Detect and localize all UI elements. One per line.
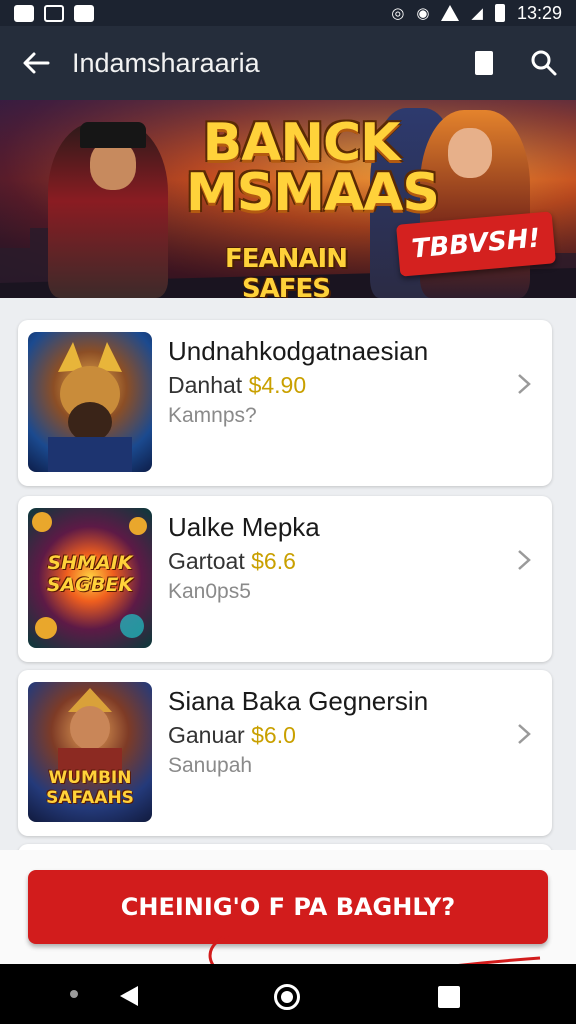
alarm-icon: ◎ (391, 4, 405, 22)
item-price-row: Danhat $4.90 (168, 372, 307, 398)
game-thumbnail (28, 332, 152, 472)
item-price-row: Ganuar $6.0 (168, 722, 296, 748)
app-icon (74, 4, 94, 22)
item-title: Siana Baka Gegnersin (168, 686, 429, 716)
chevron-right-icon (514, 370, 534, 398)
chevron-right-icon (514, 720, 534, 748)
status-bar: ◎ ◉ ◢ 13:29 (0, 0, 576, 26)
item-price-row: Gartoat $6.6 (168, 548, 296, 574)
battery-icon (494, 4, 505, 22)
item-price: $6.6 (251, 548, 296, 574)
alarm-clock-icon: ◉ (416, 4, 430, 22)
game-list: Undnahkodgatnaesian Danhat $4.90 Kamnps?… (0, 298, 576, 850)
search-icon (531, 50, 557, 76)
chevron-right-icon (514, 546, 534, 574)
arrow-left-icon (23, 52, 50, 74)
app-bar: Indamsharaaria (0, 26, 576, 100)
page-title: Indamsharaaria (72, 47, 260, 78)
banner-subtitle: FEANAIN SAFES (225, 244, 348, 298)
item-title: Undnahkodgatnaesian (168, 336, 429, 366)
cta-button[interactable]: CHEINIG'O F PA BAGHLY? (28, 870, 548, 944)
back-triangle-icon[interactable] (118, 984, 140, 1008)
system-nav-bar (0, 964, 576, 1024)
item-title: Ualke Mepka (168, 512, 320, 542)
list-item[interactable]: Undnahkodgatnaesian Danhat $4.90 Kamnps? (18, 320, 552, 486)
search-button[interactable] (512, 26, 576, 100)
game-thumbnail: SHMAIK SAGBEK (28, 508, 152, 648)
item-subtitle: Kamnps? (168, 404, 257, 427)
promo-banner[interactable]: BANCK MSMAAS FEANAIN SAFES TBBVSH! (0, 100, 576, 298)
list-item[interactable]: SHMAIK SAGBEK Ualke Mepka Gartoat $6.6 K… (18, 496, 552, 662)
item-price: $6.0 (251, 722, 296, 748)
notification-icon (14, 4, 34, 22)
wifi-icon (441, 5, 460, 21)
banner-title: BANCK MSMAAS (186, 113, 440, 223)
back-button[interactable] (0, 26, 72, 100)
home-circle-icon[interactable] (274, 984, 300, 1010)
item-subtitle: Sanupah (168, 754, 253, 777)
item-price: $4.90 (248, 372, 307, 398)
hat-icon (80, 122, 146, 148)
warrior-icon (48, 342, 132, 472)
bookmark-button[interactable] (456, 26, 512, 100)
bottom-action-bar: CHEINIG'O F PA BAGHLY? (0, 850, 576, 964)
bookmark-icon (475, 51, 493, 75)
status-time: 13:29 (516, 2, 562, 23)
list-item[interactable]: WUMBIN SAFAAHS Siana Baka Gegnersin Ganu… (18, 670, 552, 836)
item-subtitle: Kan0ps5 (168, 580, 251, 603)
recents-square-icon[interactable] (438, 986, 460, 1008)
image-icon (44, 4, 64, 22)
game-thumbnail: WUMBIN SAFAAHS (28, 682, 152, 822)
dot-icon (70, 990, 78, 998)
signal-icon: ◢ (471, 4, 483, 22)
